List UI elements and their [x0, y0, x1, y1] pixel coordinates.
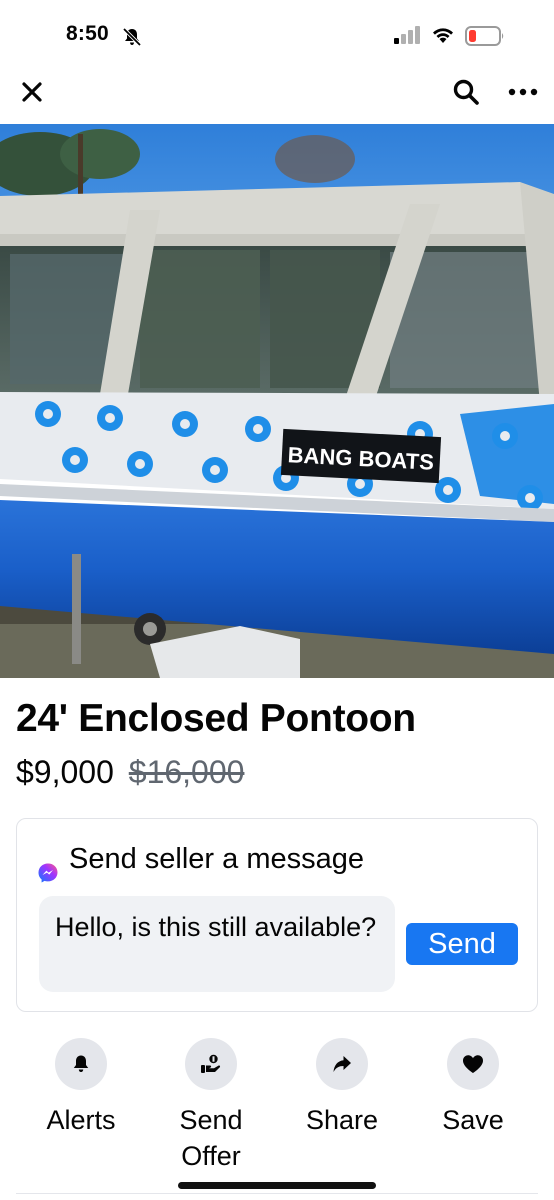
send-offer-circle — [185, 1038, 237, 1090]
send-offer-label: Send Offer — [179, 1105, 243, 1171]
wifi-icon — [431, 26, 455, 49]
heart-icon — [463, 1055, 483, 1073]
alerts-button[interactable]: Alerts — [26, 1038, 136, 1138]
share-circle — [316, 1038, 368, 1090]
messenger-icon — [37, 862, 59, 889]
alerts-label: Alerts — [46, 1105, 116, 1135]
listing-title: 24' Enclosed Pontoon — [16, 697, 416, 740]
more-icon — [508, 88, 538, 96]
send-button[interactable]: Send — [406, 923, 518, 965]
share-icon — [333, 1056, 351, 1072]
nav-bar — [0, 62, 554, 124]
send-offer-button[interactable]: Send Offer — [156, 1038, 266, 1174]
original-price: $16,000 — [128, 754, 245, 790]
battery-low-icon — [465, 26, 505, 51]
more-options-button[interactable] — [504, 74, 542, 110]
save-circle — [447, 1038, 499, 1090]
close-button[interactable] — [14, 74, 50, 110]
bell-icon — [73, 1055, 89, 1072]
alerts-circle — [55, 1038, 107, 1090]
save-button[interactable]: Save — [418, 1038, 528, 1138]
divider — [16, 1193, 538, 1194]
home-indicator[interactable] — [178, 1182, 376, 1189]
close-icon — [22, 82, 42, 102]
boat-image: BANG BOATS — [0, 124, 554, 678]
search-button[interactable] — [448, 74, 484, 110]
status-time: 8:50 — [66, 22, 109, 45]
listing-photo[interactable]: BANG BOATS — [0, 124, 554, 678]
message-seller-card: Send seller a message Hello, is this sti… — [16, 818, 538, 1012]
cellular-signal-icon — [394, 26, 422, 49]
share-label: Share — [305, 1105, 379, 1135]
action-bar: Alerts Send Offer Share Save — [0, 1038, 554, 1178]
share-button[interactable]: Share — [287, 1038, 397, 1138]
search-icon — [453, 79, 479, 105]
message-input[interactable]: Hello, is this still available? — [39, 896, 395, 992]
offer-icon — [201, 1054, 221, 1073]
save-label: Save — [442, 1105, 504, 1135]
message-heading: Send seller a message — [69, 843, 364, 875]
bell-off-icon — [122, 27, 142, 52]
current-price: $9,000 — [16, 754, 114, 790]
price-row: $9,000 $16,000 — [16, 754, 244, 791]
status-bar: 8:50 — [0, 0, 554, 62]
